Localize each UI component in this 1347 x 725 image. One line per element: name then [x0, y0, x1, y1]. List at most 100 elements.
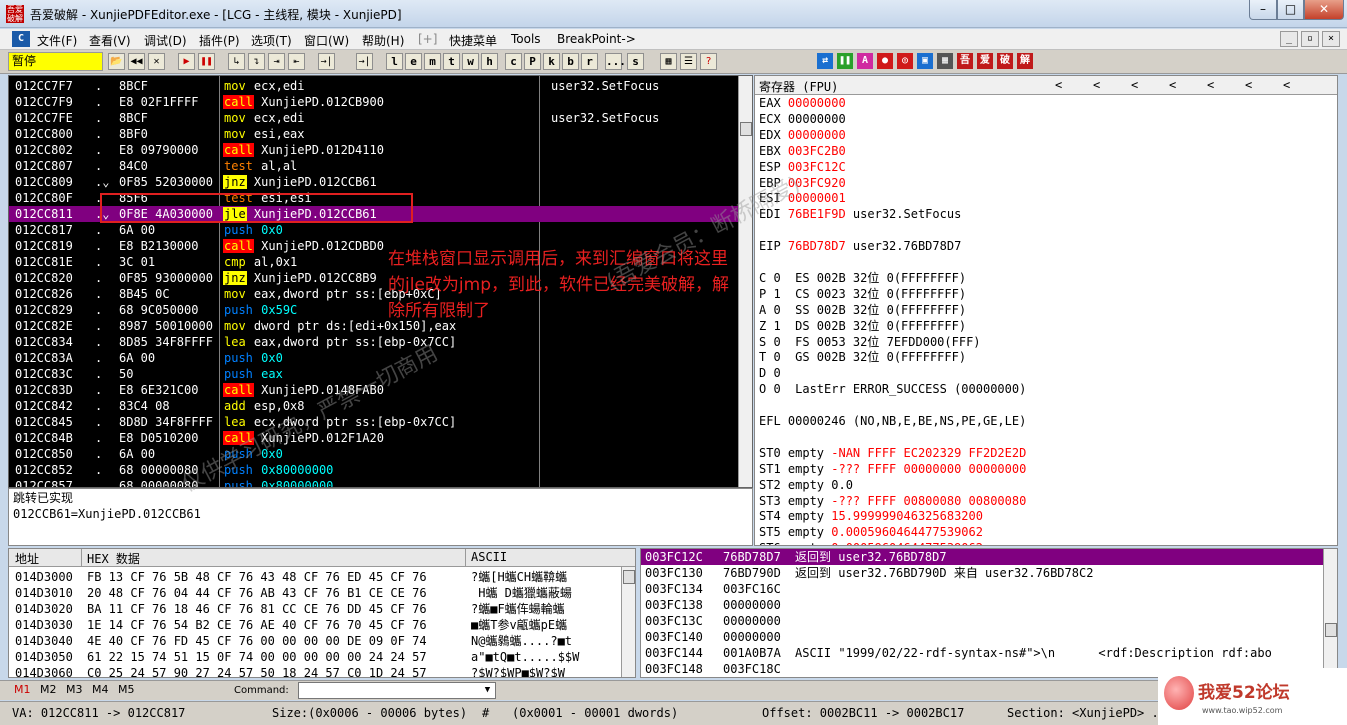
restart-icon[interactable]: ◀◀ [128, 53, 145, 70]
disasm-row[interactable]: 012CC850. 6A 00 push 0x0 [9, 446, 739, 462]
plugin-icon-1[interactable]: ⇄ [817, 53, 833, 69]
maximize-button[interactable]: □ [1277, 0, 1304, 20]
disasm-row[interactable]: 012CC802. E8 09790000 call XunjiePD.012D41… [9, 142, 739, 158]
plugin-icon-po[interactable]: 破 [997, 53, 1013, 69]
menu-help[interactable]: 帮助(H) [362, 32, 404, 49]
call-stack-button[interactable]: k [543, 53, 560, 70]
go-to-icon[interactable]: →| [356, 53, 373, 70]
stack-row[interactable]: 003FC144 001A0B7A ASCII "1999/02/22-rdf-sy… [641, 645, 1323, 661]
register-line[interactable]: T 0 GS 002B 32位 0(FFFFFFFF) [759, 349, 966, 365]
register-line[interactable]: EFL 00000246 (NO,NB,E,BE,NS,PE,GE,LE) [759, 413, 1026, 429]
dump-scrollbar[interactable] [621, 567, 635, 677]
open-icon[interactable]: 📂 [108, 53, 125, 70]
step-over-icon[interactable]: ↴ [248, 53, 265, 70]
register-line[interactable]: ST3 empty -??? FFFF 00800080 00800080 [759, 493, 1026, 509]
register-line[interactable]: P 1 CS 0023 32位 0(FFFFFFFF) [759, 286, 966, 302]
disasm-row[interactable]: 012CC800. 8BF0 mov esi,eax [9, 126, 739, 142]
menu-breakpoint[interactable]: BreakPoint-> [557, 32, 636, 46]
minimize-button[interactable]: – [1249, 0, 1277, 20]
stack-pane[interactable]: 003FC12C 76BD78D7 返回到 user32.76BD78D7 003FC… [640, 548, 1338, 678]
disasm-row[interactable]: 012CC7FE. 8BCF mov ecx,edi user32.SetFocus [9, 110, 739, 126]
register-line[interactable]: C 0 ES 002B 32位 0(FFFFFFFF) [759, 270, 966, 286]
mdi-restore-button[interactable]: ▫ [1301, 31, 1319, 47]
disasm-row[interactable]: 012CC834. 8D85 34F8FFFF lea eax,dword ptr … [9, 334, 739, 350]
run-icon[interactable]: ▶ [178, 53, 195, 70]
dump-col-hex[interactable]: HEX 数据 [87, 550, 140, 567]
step-into-icon[interactable]: ↳ [228, 53, 245, 70]
plugin-icon-6[interactable]: ▣ [917, 53, 933, 69]
execute-till-return-icon[interactable]: →| [318, 53, 335, 70]
stack-row[interactable]: 003FC134 003FC16C [641, 581, 1323, 597]
dump-tab-m5[interactable]: M5 [118, 683, 135, 696]
register-line[interactable]: EAX 00000000 [759, 95, 846, 111]
disasm-row[interactable]: 012CC807. 84C0 test al,al [9, 158, 739, 174]
trace-over-icon[interactable]: ⇤ [288, 53, 305, 70]
disasm-row[interactable]: 012CC852. 68 00000080 push 0x80000000 [9, 462, 739, 478]
patches-button[interactable]: P [524, 53, 541, 70]
dump-tab-m1[interactable]: M1 [14, 683, 31, 696]
register-line[interactable]: ESP 003FC12C [759, 159, 846, 175]
register-line[interactable]: ST1 empty -??? FFFF 00000000 00000000 [759, 461, 1026, 477]
memory-dump-pane[interactable]: 地址 HEX 数据 ASCII 014D3000 FB 13 CF 76 5B 4… [8, 548, 636, 678]
options-icon[interactable]: ▦ [660, 53, 677, 70]
help-icon[interactable]: ? [700, 53, 717, 70]
stack-row[interactable]: 003FC130 76BD790D 返回到 user32.76BD790D 来自 u… [641, 565, 1323, 581]
register-line[interactable]: ST5 empty 0.0005960464477539062 [759, 524, 983, 540]
disasm-row[interactable]: 012CC7F9. E8 02F1FFFF call XunjiePD.012CB9… [9, 94, 739, 110]
menu-view[interactable]: 查看(V) [89, 32, 131, 49]
disassembly-scrollbar[interactable] [738, 76, 752, 487]
list-icon[interactable]: ☰ [680, 53, 697, 70]
reg-nav-button[interactable]: < [1093, 78, 1100, 92]
register-line[interactable]: D 0 [759, 365, 781, 381]
dump-tab-m2[interactable]: M2 [40, 683, 57, 696]
registers-pane[interactable]: 寄存器 (FPU) < < < < < < < EAX 00000000 ECX … [754, 75, 1338, 546]
register-line[interactable]: O 0 LastErr ERROR_SUCCESS (00000000) [759, 381, 1026, 397]
dump-col-address[interactable]: 地址 [15, 550, 39, 567]
register-line[interactable]: A 0 SS 002B 32位 0(FFFFFFFF) [759, 302, 966, 318]
menu-shortcuts[interactable]: 快捷菜单 [449, 32, 497, 49]
command-input[interactable] [298, 682, 496, 699]
reg-nav-button[interactable]: < [1055, 78, 1062, 92]
plugin-icon-5[interactable]: ◎ [897, 53, 913, 69]
reg-nav-button[interactable]: < [1283, 78, 1290, 92]
stack-row[interactable]: 003FC140 00000000 [641, 629, 1323, 645]
disasm-row[interactable]: 012CC84B. E8 D0510200 call XunjiePD.012F1A… [9, 430, 739, 446]
stack-row[interactable]: 003FC13C 00000000 [641, 613, 1323, 629]
register-line[interactable]: EDI 76BE1F9D user32.SetFocus [759, 206, 961, 222]
register-line[interactable]: ST6 empty 0.0005960464477539062 [759, 540, 983, 545]
menu-plugins[interactable]: 插件(P) [199, 32, 240, 49]
register-line[interactable]: Z 1 DS 002B 32位 0(FFFFFFFF) [759, 318, 966, 334]
log-window-button[interactable]: l [386, 53, 403, 70]
disasm-row[interactable]: 012CC857. 68 00000080 push 0x80000000 [9, 478, 739, 487]
plugin-icon-4[interactable]: ● [877, 53, 893, 69]
dump-col-ascii[interactable]: ASCII [471, 550, 507, 564]
memory-map-button[interactable]: m [424, 53, 441, 70]
windows-button[interactable]: w [462, 53, 479, 70]
trace-into-icon[interactable]: ⇥ [268, 53, 285, 70]
menu-tools[interactable]: Tools [511, 32, 541, 46]
chevron-down-icon[interactable]: ▼ [480, 683, 495, 698]
menu-file[interactable]: 文件(F) [37, 32, 77, 49]
plugin-icon-jie[interactable]: 解 [1017, 53, 1033, 69]
disasm-row[interactable]: 012CC809 .⌄ 0F85 52030000 jnz XunjiePD.012C… [9, 174, 739, 190]
mdi-minimize-button[interactable]: _ [1280, 31, 1298, 47]
register-line[interactable]: ST2 empty 0.0 [759, 477, 853, 493]
references-button[interactable]: r [581, 53, 598, 70]
cpu-window-icon[interactable]: C [12, 31, 30, 47]
scroll-thumb[interactable] [623, 570, 635, 584]
pause-icon[interactable]: ❚❚ [198, 53, 215, 70]
register-line[interactable]: S 0 FS 0053 32位 7EFDD000(FFF) [759, 334, 981, 350]
disasm-row[interactable]: 012CC817. 6A 00 push 0x0 [9, 222, 739, 238]
reg-nav-button[interactable]: < [1131, 78, 1138, 92]
close-button[interactable]: ✕ [1304, 0, 1344, 20]
executable-modules-button[interactable]: e [405, 53, 422, 70]
menu-plus[interactable]: [+] [418, 32, 437, 46]
register-line[interactable]: EIP 76BD78D7 user32.76BD78D7 [759, 238, 961, 254]
dump-tab-m4[interactable]: M4 [92, 683, 109, 696]
close-process-icon[interactable]: ✕ [148, 53, 165, 70]
register-line[interactable]: ECX 00000000 [759, 111, 846, 127]
cpu-button[interactable]: c [505, 53, 522, 70]
stack-row[interactable]: 003FC12C 76BD78D7 返回到 user32.76BD78D7 [641, 549, 1323, 565]
dump-tab-m3[interactable]: M3 [66, 683, 83, 696]
mdi-close-button[interactable]: × [1322, 31, 1340, 47]
